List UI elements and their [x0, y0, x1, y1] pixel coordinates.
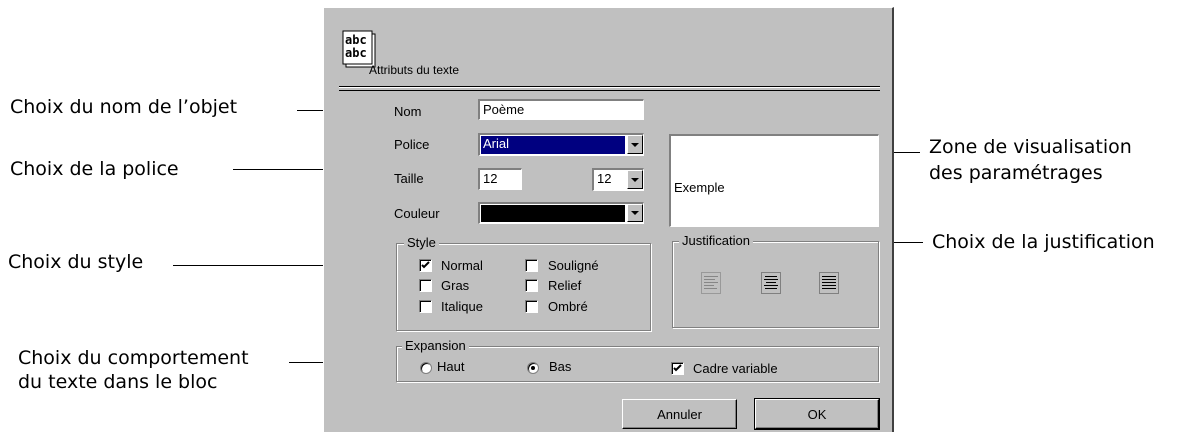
annotation-behavior-1: Choix du comportement — [18, 347, 249, 369]
size-value: 12 — [483, 171, 498, 186]
normal-checkbox[interactable] — [419, 259, 432, 272]
annotation-behavior-2: du texte dans le bloc — [18, 371, 218, 393]
size-input[interactable]: 12 — [478, 168, 522, 190]
color-select[interactable] — [478, 202, 644, 224]
haut-radio[interactable] — [420, 362, 432, 374]
chevron-down-icon — [631, 142, 639, 147]
justification-legend: Justification — [679, 234, 753, 248]
italic-label: Italique — [441, 299, 483, 314]
name-value: Poème — [483, 102, 525, 117]
bold-label: Gras — [441, 278, 470, 293]
style-group — [396, 243, 651, 331]
check-icon — [673, 364, 682, 372]
normal-label: Normal — [441, 258, 483, 273]
relief-checkbox[interactable] — [525, 279, 538, 292]
title-divider-2 — [339, 90, 880, 91]
annotation-style: Choix du style — [8, 251, 144, 273]
preview-area: Exemple — [669, 134, 879, 227]
chevron-down-icon — [631, 211, 639, 215]
expansion-legend: Expansion — [402, 339, 469, 353]
cancel-button[interactable]: Annuler — [622, 399, 737, 429]
size-select-value: 12 — [597, 171, 612, 186]
annotation-preview-2: des paramétrages — [929, 162, 1103, 184]
shadow-checkbox[interactable] — [525, 300, 538, 313]
color-swatch — [481, 205, 625, 222]
haut-label: Haut — [437, 359, 465, 374]
annotation-object-name: Choix du nom de l’objet — [10, 96, 238, 118]
bold-checkbox[interactable] — [419, 279, 432, 292]
dialog-title: Attributs du texte — [369, 63, 460, 77]
ok-button[interactable]: OK — [754, 398, 880, 430]
variable-frame-checkbox[interactable] — [671, 362, 684, 375]
size-select[interactable]: 12 — [592, 168, 644, 191]
center-justify-icon[interactable] — [761, 272, 781, 294]
size-label: Taille — [394, 171, 424, 186]
left-justify-icon[interactable] — [701, 272, 721, 294]
bas-label: Bas — [549, 359, 572, 374]
annotation-justification: Choix de la justification — [932, 231, 1155, 253]
color-dropdown-button[interactable] — [627, 204, 643, 222]
title-divider — [339, 86, 880, 88]
annotation-font: Choix de la police — [10, 158, 179, 180]
full-justify-icon[interactable] — [819, 272, 839, 294]
text-attributes-dialog: abc abc Attributs du texte Nom Poème Pol… — [323, 7, 894, 432]
style-legend: Style — [404, 236, 439, 250]
font-dropdown-button[interactable] — [627, 135, 643, 154]
underline-checkbox[interactable] — [525, 259, 538, 272]
radio-selected-dot — [531, 366, 535, 370]
size-dropdown-button[interactable] — [627, 170, 643, 189]
color-label: Couleur — [394, 206, 440, 221]
icon-text-2: abc — [345, 46, 367, 60]
check-icon — [421, 261, 430, 269]
font-label: Police — [394, 137, 430, 152]
relief-label: Relief — [548, 278, 582, 293]
font-select[interactable]: Arial — [478, 133, 644, 156]
name-label: Nom — [394, 104, 422, 119]
italic-checkbox[interactable] — [419, 300, 432, 313]
shadow-label: Ombré — [548, 299, 588, 314]
variable-frame-label: Cadre variable — [693, 361, 778, 376]
underline-label: Souligné — [548, 258, 599, 273]
name-field[interactable]: Poème — [478, 99, 644, 120]
font-value: Arial — [483, 136, 510, 151]
chevron-down-icon — [631, 177, 639, 182]
bas-radio[interactable] — [527, 362, 539, 374]
annotation-preview-1: Zone de visualisation — [929, 136, 1132, 158]
preview-text: Exemple — [674, 180, 725, 195]
